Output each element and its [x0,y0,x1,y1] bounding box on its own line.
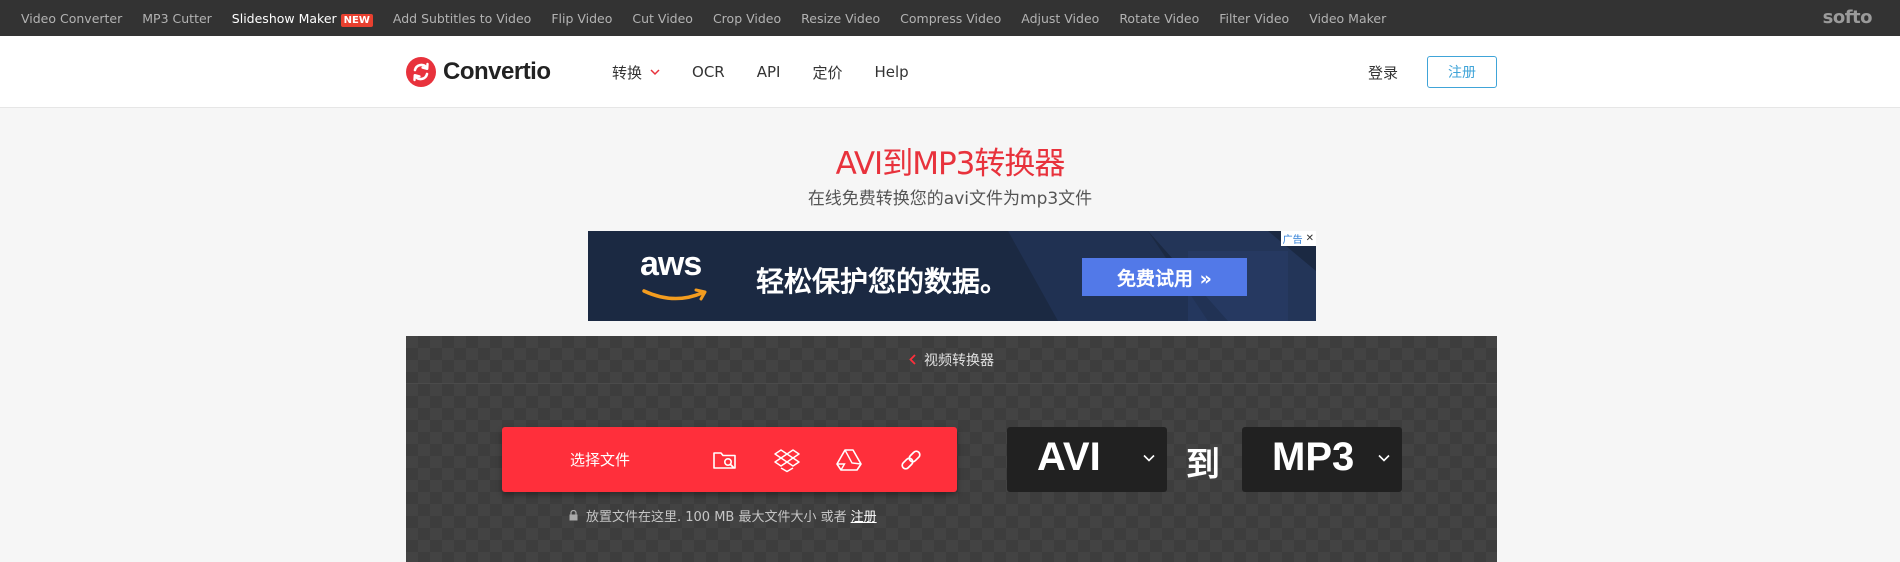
convertio-logo[interactable]: Convertio [406,57,551,87]
softo-links: Video Converter MP3 Cutter Slideshow Mak… [21,0,1406,36]
login-link[interactable]: 登录 [1368,62,1398,83]
softo-link-rotate-video[interactable]: Rotate Video [1119,11,1199,26]
close-icon[interactable]: ✕ [1306,233,1314,244]
chevron-left-icon [909,354,916,365]
drop-hint: 放置文件在这里. 100 MB 最大文件大小 或者 注册 [569,506,877,525]
nav-convert-label: 转换 [612,63,643,82]
nav-convert[interactable]: 转换 [612,62,660,83]
breadcrumb-label: 视频转换器 [924,352,994,369]
lock-icon [569,510,578,521]
softo-link-slideshow-maker[interactable]: Slideshow Maker NEW [231,10,373,27]
hint-signup-link[interactable]: 注册 [851,506,877,525]
nav-help[interactable]: Help [874,63,908,81]
chevron-down-icon [650,68,660,75]
softo-link-mp3-cutter[interactable]: MP3 Cutter [142,11,212,26]
nav-pricing[interactable]: 定价 [812,62,842,83]
chevron-down-icon [1143,454,1155,462]
softo-link-add-subtitles[interactable]: Add Subtitles to Video [393,11,531,26]
url-link-icon[interactable] [898,447,924,473]
choose-files-button[interactable]: 选择文件 [502,427,957,492]
folder-search-icon[interactable] [712,447,738,473]
page-subtitle: 在线免费转换您的avi文件为mp3文件 [807,189,1093,209]
ad-choices[interactable]: 广告 ✕ [1280,231,1316,246]
dropbox-icon[interactable] [774,447,800,473]
nav-api[interactable]: API [757,63,781,81]
google-drive-icon[interactable] [836,447,862,473]
softo-link-video-maker[interactable]: Video Maker [1309,11,1386,26]
site-header: Convertio 转换 OCR API 定价 Help 登录 注册 [0,36,1900,108]
new-badge: NEW [340,13,373,27]
logo-text: Convertio [443,58,551,85]
softo-link-cut-video[interactable]: Cut Video [632,11,693,26]
softo-link-label: Slideshow Maker [231,10,337,26]
nav-ocr[interactable]: OCR [692,63,725,81]
breadcrumb[interactable]: 视频转换器 [406,336,1497,384]
from-format-select[interactable]: AVI [1007,427,1167,492]
signup-button[interactable]: 注册 [1427,56,1497,88]
ad-label-text: 广告 [1282,235,1303,246]
main-nav: 转换 OCR API 定价 Help [612,36,941,108]
page-title: AVI到MP3转换器 [835,146,1066,182]
choose-files-label: 选择文件 [570,451,631,469]
aws-logo: aws [640,245,702,283]
to-format-value: MP3 [1272,435,1355,479]
to-format-select[interactable]: MP3 [1242,427,1402,492]
ad-cta-button[interactable]: 免费试用 » [1082,258,1247,296]
from-format-value: AVI [1037,435,1101,479]
softo-link-filter-video[interactable]: Filter Video [1219,11,1289,26]
convertio-logo-icon [406,57,436,87]
drop-hint-text: 放置文件在这里. 100 MB 最大文件大小 或者 [586,510,847,525]
softo-link-resize-video[interactable]: Resize Video [801,11,880,26]
softo-link-flip-video[interactable]: Flip Video [551,11,612,26]
ad-headline: 轻松保护您的数据。 [756,265,1009,298]
chevron-down-icon [1378,454,1390,462]
ad-banner[interactable]: aws 轻松保护您的数据。 免费试用 » 广告 ✕ [588,231,1316,321]
to-label: 到 [1186,445,1220,485]
softo-link-video-converter[interactable]: Video Converter [21,11,122,26]
softo-logo[interactable]: softo [1823,7,1873,28]
softo-top-bar: Video Converter MP3 Cutter Slideshow Mak… [0,0,1900,36]
aws-smile-icon [642,288,707,301]
softo-link-crop-video[interactable]: Crop Video [713,11,781,26]
converter-panel: 视频转换器 选择文件 放置文件在这里. 100 MB 最大文件大小 或者 注册 … [406,336,1497,562]
softo-link-adjust-video[interactable]: Adjust Video [1021,11,1099,26]
softo-link-compress-video[interactable]: Compress Video [900,11,1001,26]
